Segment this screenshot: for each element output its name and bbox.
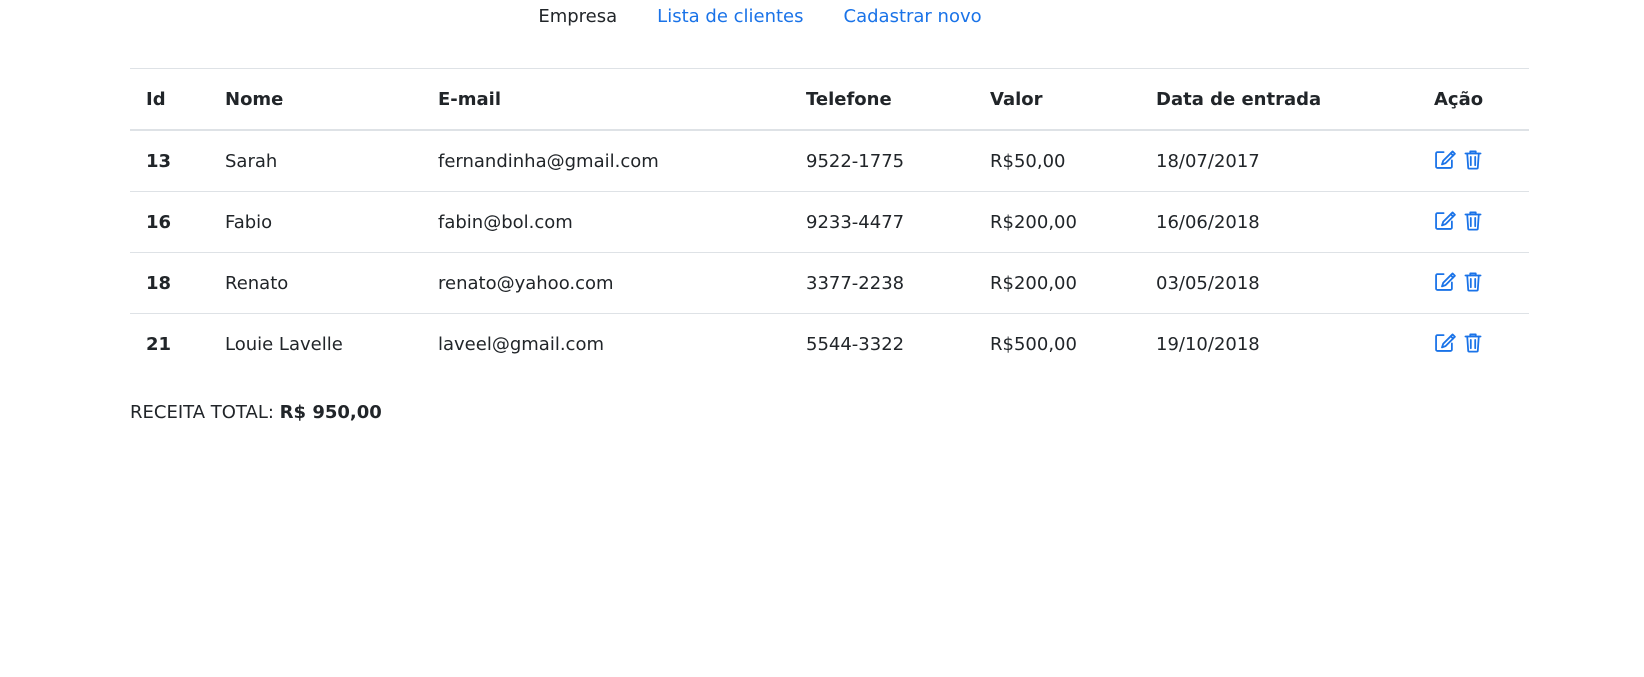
cell-data-entrada: 03/05/2018 (1140, 252, 1418, 314)
cell-acao (1418, 191, 1529, 253)
cell-email: laveel@gmail.com (438, 333, 604, 355)
cell-id: 21 (146, 333, 172, 355)
row-actions (1434, 209, 1484, 231)
cell-nome: Louie Lavelle (225, 333, 343, 355)
cell-data-entrada: 19/10/2018 (1156, 333, 1260, 355)
total-revenue-label: RECEITA TOTAL: (130, 402, 274, 423)
cell-valor: R$200,00 (974, 191, 1140, 253)
nav-link-register-new[interactable]: Cadastrar novo (824, 6, 1002, 27)
brand-link[interactable]: Empresa (518, 6, 637, 27)
cell-telefone: 9233-4477 (790, 191, 974, 253)
cell-id: 18 (130, 252, 209, 314)
table-body: 13 Sarah fernandinha@gmail.com 9522-1775 R$5… (130, 130, 1529, 374)
cell-id: 13 (130, 130, 209, 192)
trash-icon[interactable] (1462, 148, 1484, 170)
header-valor: Valor (974, 68, 1140, 131)
cell-telefone: 9522-1775 (790, 130, 974, 192)
table-header-row: Id Nome E-mail Telefone Valor Data de en… (130, 68, 1529, 131)
cell-nome: Fabio (209, 191, 422, 253)
trash-icon[interactable] (1462, 270, 1484, 292)
total-revenue: RECEITA TOTAL: R$ 950,00 (130, 402, 382, 423)
trash-icon[interactable] (1462, 331, 1484, 353)
table-row: 13 Sarah fernandinha@gmail.com 9522-1775 R$5… (130, 130, 1529, 192)
header-email: E-mail (422, 68, 790, 131)
edit-icon[interactable] (1434, 209, 1456, 231)
header-id: Id (130, 68, 209, 131)
nav-link-client-list[interactable]: Lista de clientes (637, 6, 823, 27)
header-data-entrada: Data de entrada (1140, 68, 1418, 131)
cell-valor: R$500,00 (990, 333, 1077, 355)
header-telefone: Telefone (790, 68, 974, 131)
clients-table: Id Nome E-mail Telefone Valor Data de en… (130, 68, 1529, 374)
cell-data-entrada: 16/06/2018 (1140, 191, 1418, 253)
cell-valor: R$200,00 (974, 252, 1140, 314)
cell-email: fabin@bol.com (422, 191, 790, 253)
total-revenue-amount: R$ 950,00 (279, 402, 382, 423)
cell-nome: Sarah (209, 130, 422, 192)
cell-acao (1418, 130, 1529, 192)
cell-acao (1418, 314, 1529, 375)
cell-telefone: 3377-2238 (790, 252, 974, 314)
edit-icon[interactable] (1434, 270, 1456, 292)
top-navigation: Empresa Lista de clientes Cadastrar novo (0, 6, 1644, 27)
page: Empresa Lista de clientes Cadastrar novo… (0, 0, 1644, 677)
trash-icon[interactable] (1462, 209, 1484, 231)
row-actions (1434, 148, 1484, 170)
table-header: Id Nome E-mail Telefone Valor Data de en… (130, 68, 1529, 131)
cell-id: 16 (130, 191, 209, 253)
table-row: 21 Louie Lavelle laveel@gmail.com 5544-3322… (130, 314, 1529, 375)
clients-table-container: Id Nome E-mail Telefone Valor Data de en… (130, 68, 1529, 374)
cell-valor: R$50,00 (974, 130, 1140, 192)
header-nome: Nome (209, 68, 422, 131)
table-row: 16 Fabio fabin@bol.com 9233-4477 R$200,00 16/… (130, 191, 1529, 253)
cell-acao (1418, 252, 1529, 314)
edit-icon[interactable] (1434, 331, 1456, 353)
cell-email: fernandinha@gmail.com (422, 130, 790, 192)
table-row: 18 Renato renato@yahoo.com 3377-2238 R$200,0… (130, 252, 1529, 314)
edit-icon[interactable] (1434, 148, 1456, 170)
row-actions (1434, 270, 1484, 292)
header-acao: Ação (1418, 68, 1529, 131)
cell-email: renato@yahoo.com (422, 252, 790, 314)
row-actions (1434, 331, 1484, 353)
cell-telefone: 5544-3322 (806, 333, 905, 355)
cell-nome: Renato (209, 252, 422, 314)
cell-data-entrada: 18/07/2017 (1140, 130, 1418, 192)
